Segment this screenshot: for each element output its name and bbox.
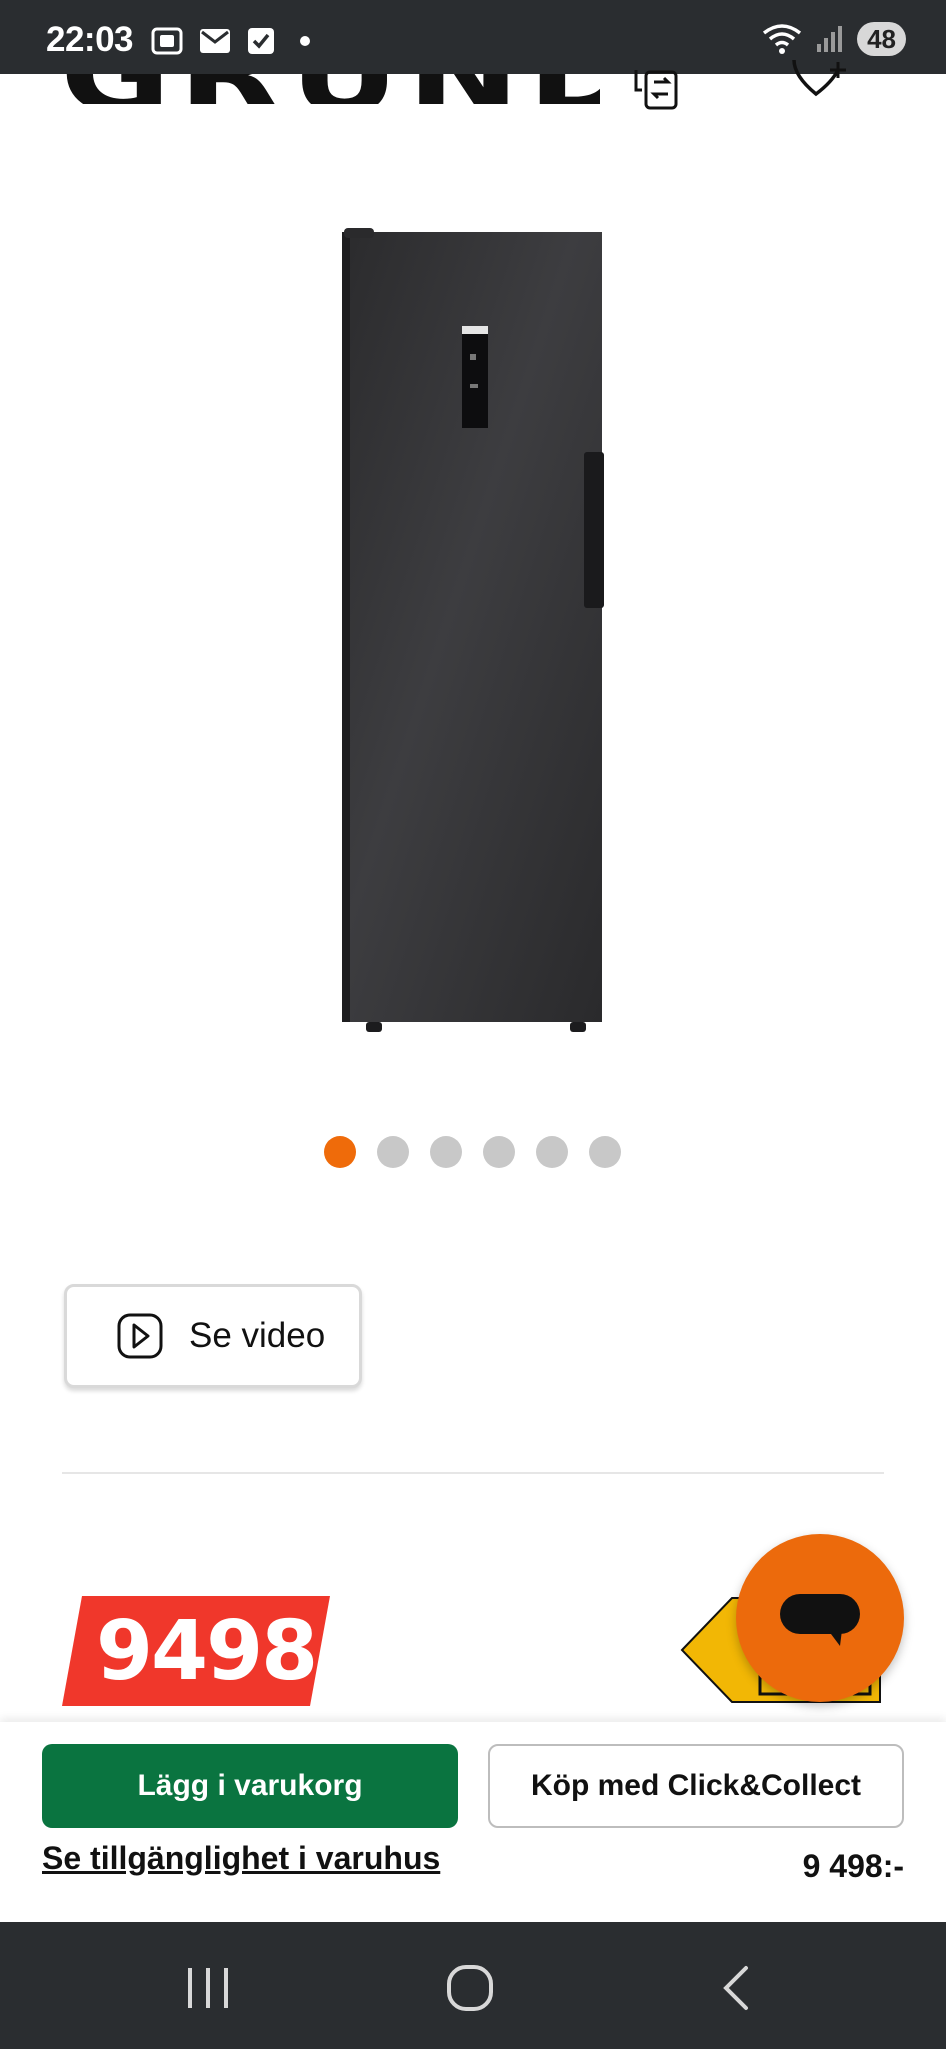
check-icon	[248, 28, 274, 54]
wifi-icon	[763, 24, 802, 54]
carousel-dot-6[interactable]	[589, 1136, 621, 1168]
status-icons-right: 48	[761, 22, 906, 56]
carousel-dots	[324, 1136, 621, 1168]
chat-button[interactable]	[736, 1534, 904, 1702]
status-time: 22:03	[46, 20, 134, 59]
signal-icon	[817, 26, 843, 52]
recents-icon[interactable]	[186, 1966, 230, 2010]
store-availability-link[interactable]: Se tillgänglighet i varuhus	[42, 1840, 440, 1877]
divider	[62, 1472, 884, 1474]
nav-bar	[0, 1922, 946, 2049]
product-image[interactable]	[336, 226, 612, 1038]
wishlist-add-icon[interactable]	[786, 60, 856, 108]
compare-icon[interactable]	[632, 70, 692, 112]
brand-logo[interactable]: GRUNDIG	[60, 74, 600, 104]
price-amount: 9498	[96, 1604, 318, 1699]
play-icon	[117, 1313, 163, 1359]
se-video-button[interactable]: Se video	[64, 1284, 362, 1388]
back-icon[interactable]	[718, 1964, 752, 2012]
brand-logo-text: GRUNDIG	[60, 74, 600, 104]
status-icons-left	[150, 26, 320, 56]
carousel-dot-4[interactable]	[483, 1136, 515, 1168]
price-tag: 9498	[62, 1596, 332, 1706]
se-video-label: Se video	[189, 1316, 326, 1355]
dot-icon	[300, 36, 310, 46]
mail-icon	[200, 29, 230, 53]
battery-icon: 48	[857, 22, 906, 56]
add-to-cart-button[interactable]: Lägg i varukorg	[42, 1744, 458, 1828]
carousel-dot-3[interactable]	[430, 1136, 462, 1168]
click-collect-button[interactable]: Köp med Click&Collect	[488, 1744, 904, 1828]
home-icon[interactable]	[446, 1964, 494, 2012]
carousel-dot-2[interactable]	[377, 1136, 409, 1168]
action-panel: Lägg i varukorg Köp med Click&Collect Se…	[0, 1722, 946, 1922]
chat-bubble-icon	[780, 1594, 860, 1646]
screenshot-icon	[151, 27, 183, 55]
panel-price: 9 498:-	[802, 1848, 904, 1884]
carousel-dot-1[interactable]	[324, 1136, 356, 1168]
carousel-dot-5[interactable]	[536, 1136, 568, 1168]
